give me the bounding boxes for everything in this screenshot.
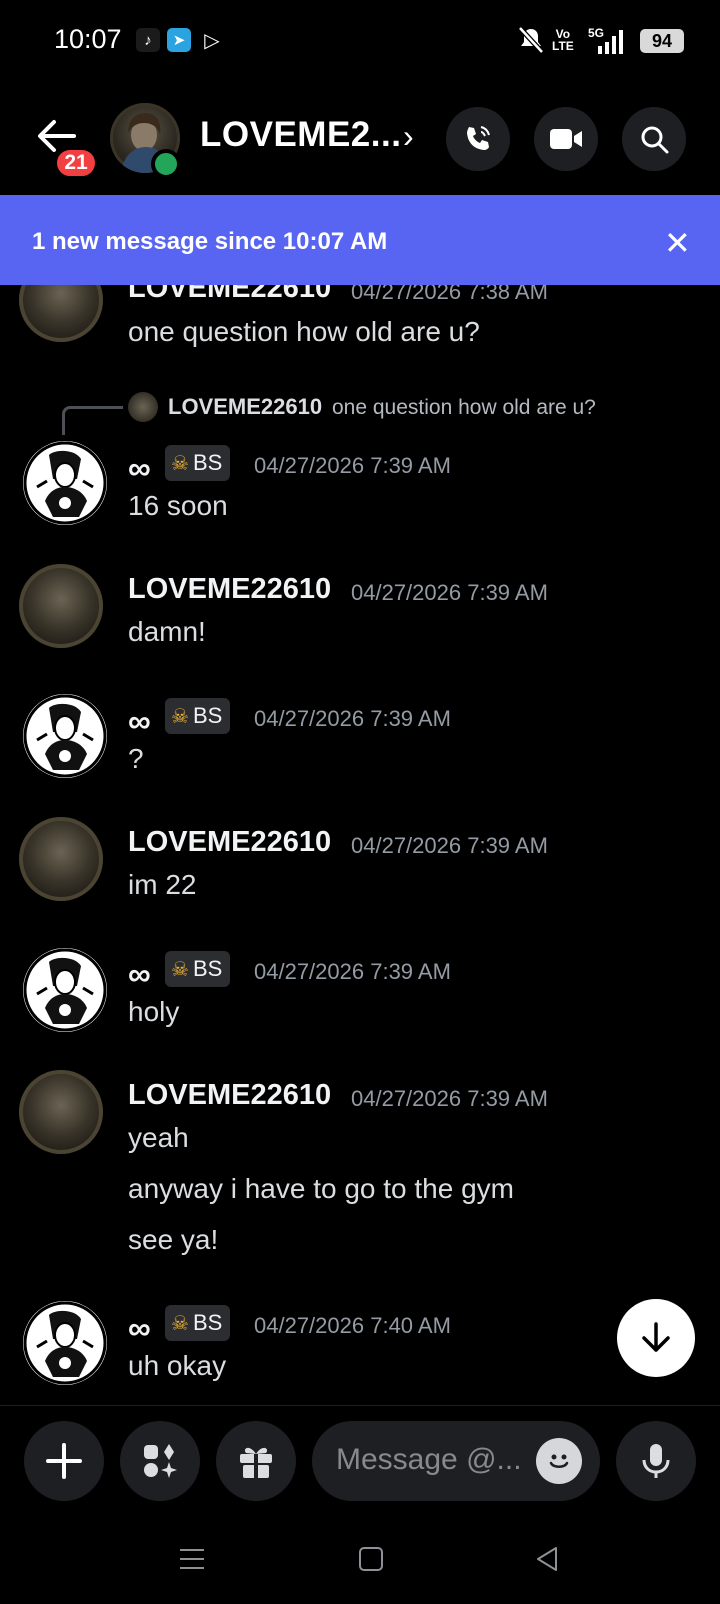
message-author[interactable]: LOVEME22610 bbox=[128, 1079, 331, 1112]
arrow-down-icon bbox=[642, 1322, 670, 1352]
apps-button[interactable] bbox=[120, 1421, 200, 1501]
mute-icon bbox=[518, 26, 544, 59]
message-author[interactable]: LOVEME22610 bbox=[128, 573, 331, 606]
message-text: holy bbox=[128, 996, 180, 1027]
emoji-button[interactable] bbox=[536, 1438, 582, 1484]
jump-to-present-button[interactable] bbox=[617, 1299, 695, 1377]
message-timestamp: 04/27/2026 7:40 AM bbox=[254, 1313, 451, 1338]
voice-message-button[interactable] bbox=[616, 1421, 696, 1501]
message-text: damn! bbox=[128, 616, 206, 647]
reply-connector bbox=[62, 406, 123, 435]
message-author[interactable]: ∞ bbox=[128, 703, 151, 740]
video-call-button[interactable] bbox=[534, 107, 598, 171]
avatar[interactable] bbox=[23, 1301, 107, 1385]
message-text: anyway i have to go to the gym bbox=[128, 1173, 514, 1204]
tag-label: BS bbox=[192, 703, 223, 728]
server-tag[interactable]: ☠ BS bbox=[165, 445, 231, 481]
search-button[interactable] bbox=[622, 107, 686, 171]
video-camera-icon bbox=[550, 129, 582, 149]
reply-text[interactable]: one question how old are u? bbox=[332, 396, 596, 420]
message-timestamp: 04/27/2026 7:39 AM bbox=[254, 453, 451, 478]
status-clock: 10:07 bbox=[54, 24, 122, 54]
skull-icon: ☠ bbox=[171, 1312, 189, 1335]
message-text: uh okay bbox=[128, 1350, 227, 1381]
recents-icon[interactable] bbox=[178, 1547, 206, 1576]
close-icon[interactable]: ✕ bbox=[664, 224, 691, 262]
reply-avatar bbox=[128, 392, 158, 422]
signal-icon bbox=[592, 30, 628, 59]
message-author[interactable]: LOVEME22610 bbox=[128, 826, 331, 859]
message-timestamp: 04/27/2026 7:39 AM bbox=[351, 1086, 548, 1111]
search-icon bbox=[641, 126, 669, 154]
tiktok-icon: ♪ bbox=[136, 28, 160, 52]
smiley-icon bbox=[549, 1454, 569, 1468]
avatar[interactable] bbox=[23, 694, 107, 778]
unread-badge: 21 bbox=[54, 147, 98, 179]
message-text: im 22 bbox=[128, 869, 197, 900]
chat-title[interactable]: LOVEME2... bbox=[200, 115, 401, 155]
avatar[interactable] bbox=[23, 441, 107, 525]
message-author[interactable]: ∞ bbox=[128, 956, 151, 993]
apps-icon bbox=[144, 1444, 177, 1478]
server-tag[interactable]: ☠ BS bbox=[165, 698, 231, 734]
message-text: 16 soon bbox=[128, 490, 228, 521]
chevron-right-icon[interactable]: › bbox=[403, 118, 414, 155]
message-timestamp: 04/27/2026 7:39 AM bbox=[351, 833, 548, 858]
message-text: ? bbox=[128, 743, 144, 774]
avatar[interactable] bbox=[19, 564, 103, 648]
new-messages-text[interactable]: 1 new message since 10:07 AM bbox=[32, 228, 387, 256]
skull-icon: ☠ bbox=[171, 958, 189, 981]
telegram-icon: ➤ bbox=[167, 28, 191, 52]
server-tag[interactable]: ☠ BS bbox=[165, 1305, 231, 1341]
avatar[interactable] bbox=[23, 948, 107, 1032]
home-icon[interactable] bbox=[358, 1546, 384, 1577]
skull-icon: ☠ bbox=[171, 705, 189, 728]
avatar[interactable] bbox=[19, 1070, 103, 1154]
avatar[interactable] bbox=[19, 817, 103, 901]
skull-icon: ☠ bbox=[171, 452, 189, 475]
online-status-dot bbox=[151, 149, 181, 179]
gift-icon bbox=[240, 1447, 272, 1478]
message-timestamp: 04/27/2026 7:39 AM bbox=[254, 959, 451, 984]
battery-indicator: 94 bbox=[640, 29, 684, 53]
play-store-icon: ▷ bbox=[204, 29, 220, 52]
phone-icon bbox=[467, 126, 490, 150]
microphone-icon bbox=[642, 1444, 670, 1478]
message-author[interactable]: ∞ bbox=[128, 450, 151, 487]
plus-icon bbox=[46, 1443, 82, 1479]
server-tag[interactable]: ☠ BS bbox=[165, 951, 231, 987]
tag-label: BS bbox=[192, 450, 223, 475]
reply-author[interactable]: LOVEME22610 bbox=[168, 394, 322, 420]
message-timestamp: 04/27/2026 7:39 AM bbox=[254, 706, 451, 731]
message-text: see ya! bbox=[128, 1224, 219, 1255]
message-author[interactable]: ∞ bbox=[128, 1310, 151, 1347]
volte-icon: Vo LTE bbox=[552, 27, 574, 53]
gift-button[interactable] bbox=[216, 1421, 296, 1501]
attach-button[interactable] bbox=[24, 1421, 104, 1501]
message-timestamp: 04/27/2026 7:39 AM bbox=[351, 580, 548, 605]
voice-call-button[interactable] bbox=[446, 107, 510, 171]
tag-label: BS bbox=[192, 1310, 223, 1335]
message-input-placeholder[interactable]: Message @... bbox=[336, 1443, 522, 1477]
message-text: one question how old are u? bbox=[128, 316, 480, 347]
message-text: yeah bbox=[128, 1122, 189, 1153]
back-nav-icon[interactable] bbox=[534, 1545, 560, 1578]
tag-label: BS bbox=[192, 956, 223, 981]
